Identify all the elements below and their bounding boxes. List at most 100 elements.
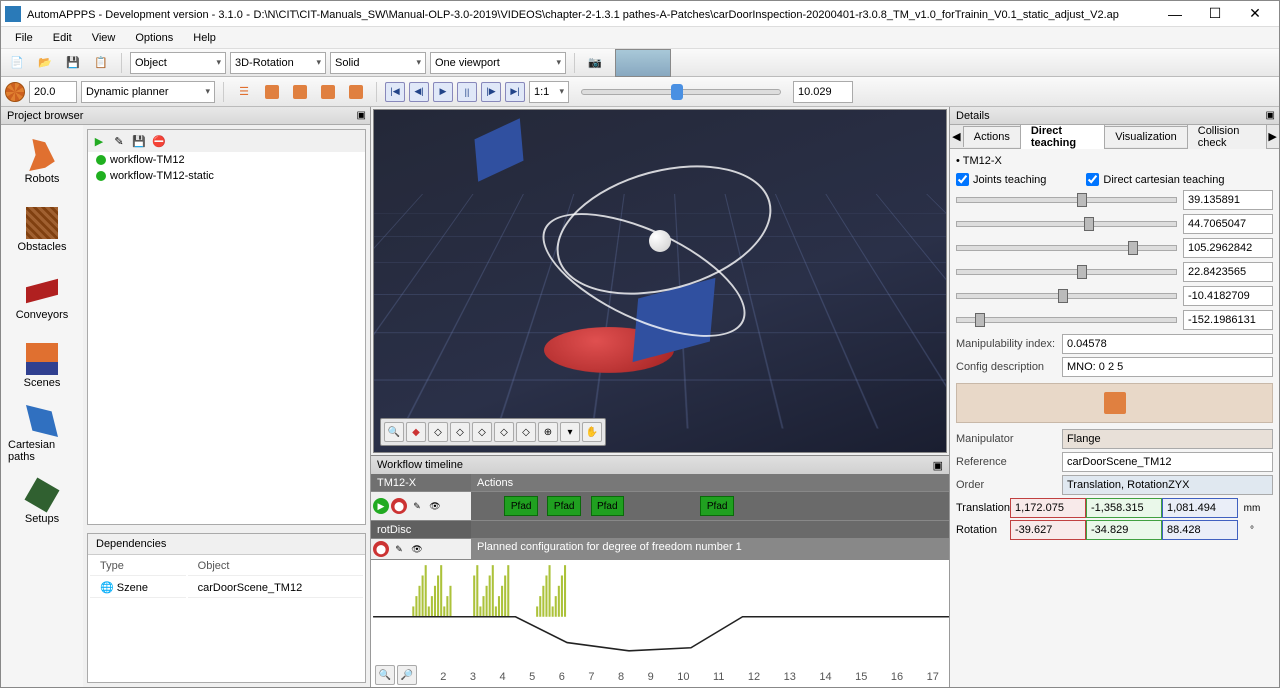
joint-slider-3[interactable] [956, 245, 1177, 251]
cube-4-icon[interactable]: ◇ [494, 422, 514, 442]
skip-end-button[interactable]: ▶| [505, 82, 525, 102]
category-path[interactable]: Cartesian paths [7, 403, 77, 465]
tree-item[interactable]: workflow-TM12-static [88, 168, 365, 184]
timeline-clip[interactable]: Pfad [700, 496, 733, 516]
step-back-button[interactable]: ◀| [409, 82, 429, 102]
maximize-button[interactable]: ☐ [1195, 2, 1235, 26]
robot-tool-3-icon[interactable] [316, 81, 340, 103]
zoom-icon[interactable]: 🔍 [384, 422, 404, 442]
open-icon[interactable]: 📂 [33, 52, 57, 74]
ratio-combo[interactable]: 1:1▾ [529, 81, 569, 103]
jog-wheel-icon[interactable] [5, 82, 25, 102]
cube-5-icon[interactable]: ◇ [516, 422, 536, 442]
graph-zoom-in-icon[interactable]: 🔍 [375, 665, 395, 685]
joint-slider-4[interactable] [956, 269, 1177, 275]
time-slider[interactable] [581, 89, 781, 95]
close-button[interactable]: ✕ [1235, 2, 1275, 26]
joints-teaching-checkbox[interactable]: Joints teaching [956, 173, 1046, 186]
manipulator-combo[interactable]: Flange [1062, 429, 1273, 449]
pause-button[interactable]: || [457, 82, 477, 102]
tab-nav-right[interactable]: ▶ [1266, 130, 1279, 143]
camera-icon[interactable]: 📷 [583, 52, 607, 74]
timeline-graph[interactable]: 01234567891011121314151617 🔍 🔎 [371, 560, 949, 687]
play-button[interactable]: ▶ [433, 82, 453, 102]
graph-zoom-out-icon[interactable]: 🔎 [397, 665, 417, 685]
track-stop-icon[interactable]: ⬤ [391, 498, 407, 514]
3d-viewport[interactable]: 🔍 ◆ ◇ ◇ ◇ ◇ ◇ ⊕ ▾ ✋ [373, 109, 947, 453]
tree-play-icon[interactable]: ▶ [90, 132, 108, 150]
viewport-combo[interactable]: One viewport▾ [430, 52, 566, 74]
track-play-icon[interactable]: ▶ [373, 498, 389, 514]
translation-x[interactable]: 1,172.075 [1010, 498, 1086, 518]
timeline-clip[interactable]: Pfad [591, 496, 624, 516]
robot-tool-2-icon[interactable] [288, 81, 312, 103]
rotation-y[interactable]: -34.829 [1086, 520, 1162, 540]
tab-visualization[interactable]: Visualization [1104, 126, 1188, 147]
menu-options[interactable]: Options [125, 30, 183, 46]
tree-delete-icon[interactable]: ⛔ [150, 132, 168, 150]
tab-actions[interactable]: Actions [963, 126, 1021, 147]
menu-file[interactable]: File [5, 30, 43, 46]
panel-close-icon[interactable]: ▣ [357, 110, 366, 121]
tree-save-icon[interactable]: 💾 [130, 132, 148, 150]
reference-combo[interactable]: carDoorScene_TM12 [1062, 452, 1273, 472]
deps-row[interactable]: 🌐 SzenecarDoorScene_TM12 [90, 578, 363, 598]
rot-edit-icon[interactable]: ✎ [391, 541, 407, 557]
cube-2-icon[interactable]: ◇ [450, 422, 470, 442]
category-conveyor[interactable]: Conveyors [7, 267, 77, 329]
joint-value-3[interactable]: 105.2962842 [1183, 238, 1273, 258]
joint-value-5[interactable]: -10.4182709 [1183, 286, 1273, 306]
dropdown-icon[interactable]: ▾ [560, 422, 580, 442]
save-icon[interactable]: 💾 [61, 52, 85, 74]
step-fwd-button[interactable]: |▶ [481, 82, 501, 102]
joint-slider-5[interactable] [956, 293, 1177, 299]
tree-edit-icon[interactable]: ✎ [110, 132, 128, 150]
shading-combo[interactable]: Solid▾ [330, 52, 426, 74]
rot-eye-icon[interactable]: 👁 [409, 541, 425, 557]
menu-view[interactable]: View [82, 30, 126, 46]
globe-icon[interactable]: ⊕ [538, 422, 558, 442]
list-icon[interactable]: ☰ [232, 81, 256, 103]
speed-input[interactable]: 20.0 [29, 81, 77, 103]
new-icon[interactable]: 📄 [5, 52, 29, 74]
minimize-button[interactable]: — [1155, 2, 1195, 26]
track-eye-icon[interactable]: 👁 [427, 498, 443, 514]
robot-tool-1-icon[interactable] [260, 81, 284, 103]
time-display[interactable]: 10.029 [793, 81, 853, 103]
copy-icon[interactable]: 📋 [89, 52, 113, 74]
timeline-clip[interactable]: Pfad [504, 496, 537, 516]
joint-value-2[interactable]: 44.7065047 [1183, 214, 1273, 234]
joint-value-1[interactable]: 39.135891 [1183, 190, 1273, 210]
timeline-close-icon[interactable]: ▣ [933, 459, 943, 472]
preview-thumbnail[interactable] [615, 49, 671, 77]
timeline-track[interactable]: Pfad Pfad Pfad Pfad [471, 492, 949, 520]
skip-start-button[interactable]: |◀ [385, 82, 405, 102]
timeline-clip[interactable]: Pfad [547, 496, 580, 516]
translation-y[interactable]: -1,358.315 [1086, 498, 1162, 518]
menu-help[interactable]: Help [183, 30, 226, 46]
rotation-x[interactable]: -39.627 [1010, 520, 1086, 540]
menu-edit[interactable]: Edit [43, 30, 82, 46]
category-setup[interactable]: Setups [7, 471, 77, 533]
project-tree[interactable]: ▶ ✎ 💾 ⛔ workflow-TM12workflow-TM12-stati… [87, 129, 366, 525]
joint-slider-2[interactable] [956, 221, 1177, 227]
cube-1-icon[interactable]: ◇ [428, 422, 448, 442]
cartesian-teaching-checkbox[interactable]: Direct cartesian teaching [1086, 173, 1224, 186]
track-edit-icon[interactable]: ✎ [409, 498, 425, 514]
category-scene[interactable]: Scenes [7, 335, 77, 397]
category-obstacle[interactable]: Obstacles [7, 199, 77, 261]
cube-red-icon[interactable]: ◆ [406, 422, 426, 442]
translation-z[interactable]: 1,081.494 [1162, 498, 1238, 518]
details-close-icon[interactable]: ▣ [1266, 110, 1275, 121]
joint-slider-6[interactable] [956, 317, 1177, 323]
hand-icon[interactable]: ✋ [582, 422, 602, 442]
planner-combo[interactable]: Dynamic planner▾ [81, 81, 215, 103]
rot-stop-icon[interactable]: ⬤ [373, 541, 389, 557]
mode-combo[interactable]: Object▾ [130, 52, 226, 74]
cube-3-icon[interactable]: ◇ [472, 422, 492, 442]
robot-tool-4-icon[interactable] [344, 81, 368, 103]
joint-value-4[interactable]: 22.8423565 [1183, 262, 1273, 282]
joint-value-6[interactable]: -152.1986131 [1183, 310, 1273, 330]
tree-item[interactable]: workflow-TM12 [88, 152, 365, 168]
category-robot[interactable]: Robots [7, 131, 77, 193]
